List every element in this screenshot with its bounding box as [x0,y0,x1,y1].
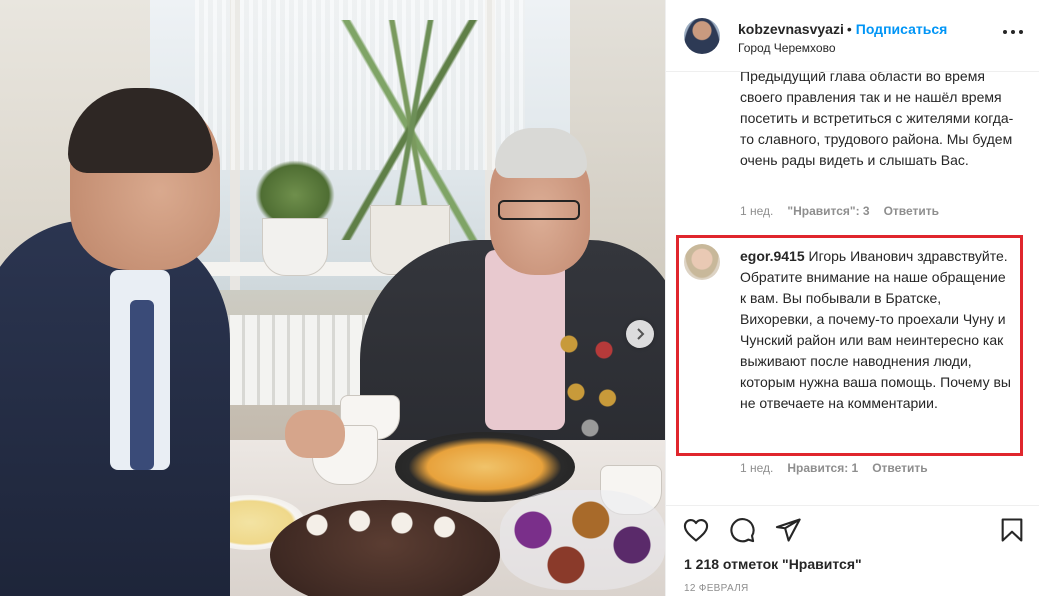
reply-button[interactable]: Ответить [884,204,939,218]
post-photo[interactable] [0,0,665,596]
heart-outline-icon[interactable] [682,516,710,544]
more-horizontal-icon [1003,30,1007,34]
separator-dot: • [846,21,852,37]
comment-text: Игорь Иванович здравствуйте. Обратите вн… [740,248,1011,411]
man-hand [285,410,345,458]
avatar[interactable] [684,18,720,54]
comment-likes[interactable]: Нравится: 1 [787,461,858,475]
reply-button[interactable]: Ответить [872,461,927,475]
likes-count[interactable]: 1 218 отметок "Нравится" [684,556,862,572]
comment-meta: 1 нед. "Нравится": 3 Ответить [740,204,953,218]
post-date[interactable]: 12 ФЕВРАЛЯ [684,583,749,594]
location-link[interactable]: Город Черемхово [738,41,836,55]
owner-line: kobzevnasvyazi • Подписаться [738,21,947,37]
bookmark-icon[interactable] [998,516,1026,544]
post-sidebar: kobzevnasvyazi • Подписаться Город Черемхо… [665,0,1039,596]
elderly-man-hair [495,128,587,178]
comment: egor.9415 Игорь Иванович здравствуйте. О… [740,246,1012,414]
comment-text: Предыдущий глава области во время своего… [740,72,1014,168]
comment-time[interactable]: 1 нед. [740,461,773,475]
comment-likes[interactable]: "Нравится": 3 [787,204,869,218]
chevron-right-icon [637,328,645,340]
comment-username[interactable]: egor.9415 [740,248,805,264]
elderly-man-shirt [485,250,565,430]
paper-plane-icon[interactable] [774,516,802,544]
comments-list[interactable]: Предыдущий глава области во время своего… [666,72,1039,505]
follow-button[interactable]: Подписаться [856,21,948,37]
flower-pot [262,218,328,276]
post-header: kobzevnasvyazi • Подписаться Город Черемхо… [666,0,1039,72]
medals [555,320,625,440]
comment-meta: 1 нед. Нравится: 1 Ответить [740,461,942,475]
speech-bubble-icon[interactable] [728,516,756,544]
man-tie [130,300,154,470]
cake-cream [300,505,470,545]
post-actions: 1 218 отметок "Нравится" 12 ФЕВРАЛЯ [666,505,1039,596]
comment-time[interactable]: 1 нед. [740,204,773,218]
owner-username[interactable]: kobzevnasvyazi [738,21,844,37]
avatar[interactable] [684,244,720,280]
glasses [498,200,580,220]
more-options-button[interactable] [1003,28,1023,36]
next-photo-button[interactable] [626,320,654,348]
candy-bowl [500,490,665,590]
